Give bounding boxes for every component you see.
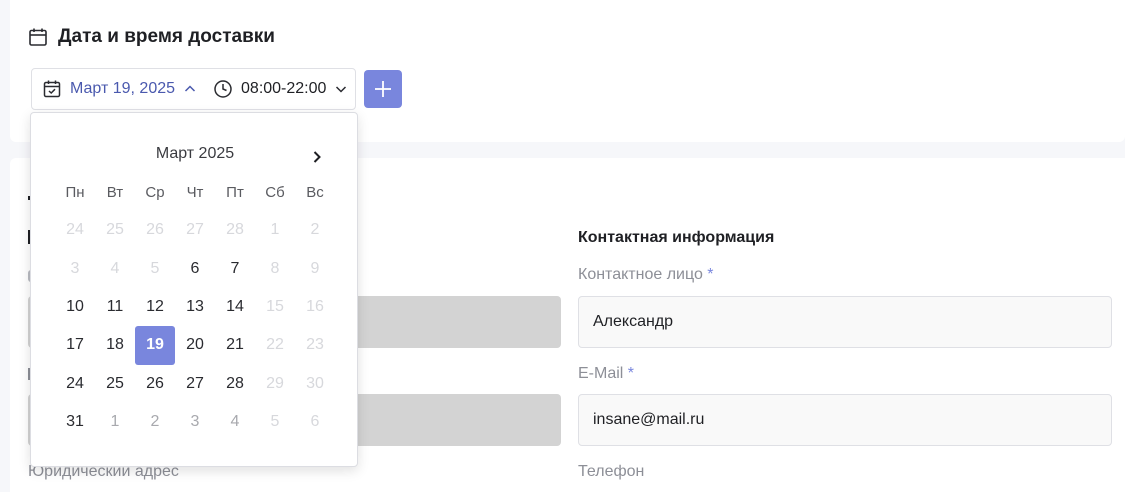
calendar-day: 2 [310, 221, 320, 239]
calendar-grid: Пн Вт Ср Чт Пт Сб Вс 24 25 26 27 28 1 2 3 4 5 6 7 8 9 10 11 12 1… [55, 173, 335, 441]
date-picker-toggle[interactable]: Март 19, 2025 [42, 79, 197, 99]
calendar-day[interactable]: 12 [135, 288, 175, 326]
calendar-day[interactable]: 10 [55, 288, 95, 326]
calendar-day: 16 [306, 297, 324, 315]
calendar-day: 6 [310, 413, 320, 431]
weekday-header: Вс [306, 183, 324, 201]
calendar-day[interactable]: 2 [135, 403, 175, 441]
section-header: Дата и время доставки [28, 26, 275, 48]
calendar-day: 15 [266, 297, 284, 315]
calendar-check-icon [42, 79, 62, 99]
calendar-day[interactable]: 18 [95, 326, 135, 364]
date-picker-popup: Март 2025 Пн Вт Ср Чт Пт Сб Вс 24 25 26 27 28 1 2 3 4 5 6… [30, 112, 358, 467]
calendar-day: 24 [66, 221, 84, 239]
calendar-day[interactable]: 1 [95, 403, 135, 441]
calendar-day: 28 [226, 221, 244, 239]
calendar-day[interactable]: 7 [215, 249, 255, 287]
chevron-up-icon [183, 82, 197, 96]
selected-time: 08:00-22:00 [241, 80, 327, 97]
required-mark: * [707, 266, 714, 283]
contact-person-label: Контактное лицо * [578, 266, 714, 283]
calendar-day[interactable]: 27 [175, 365, 215, 403]
email-label: E-Mail * [578, 365, 635, 382]
calendar-day[interactable]: 25 [95, 365, 135, 403]
calendar-day[interactable]: 14 [215, 288, 255, 326]
calendar-day[interactable]: 11 [95, 288, 135, 326]
contact-person-input[interactable] [578, 296, 1112, 348]
calendar-day: 8 [270, 259, 280, 277]
calendar-day: 22 [266, 336, 284, 354]
weekday-header: Вт [106, 183, 124, 201]
weekday-header: Пт [226, 183, 244, 201]
email-input[interactable] [578, 394, 1112, 446]
calendar-day[interactable]: 31 [55, 403, 95, 441]
calendar-day: 3 [70, 259, 80, 277]
calendar-day[interactable]: 6 [175, 249, 215, 287]
chevron-down-icon [334, 82, 348, 96]
weekday-header: Сб [265, 183, 285, 201]
calendar-day[interactable]: 24 [55, 365, 95, 403]
plus-icon [373, 79, 393, 99]
clock-icon [213, 79, 233, 99]
required-mark: * [627, 365, 635, 382]
calendar-day: 1 [270, 221, 280, 239]
calendar-day[interactable]: 28 [215, 365, 255, 403]
calendar-icon [28, 27, 48, 47]
calendar-day[interactable]: 13 [175, 288, 215, 326]
calendar-day: 5 [150, 259, 160, 277]
calendar-day: 30 [306, 374, 324, 392]
calendar-day[interactable]: 21 [215, 326, 255, 364]
calendar-day: 29 [266, 374, 284, 392]
calendar-day: 27 [186, 221, 204, 239]
weekday-header: Чт [186, 183, 204, 201]
calendar-day: 9 [310, 259, 320, 277]
phone-label: Телефон [578, 463, 645, 480]
calendar-day: 5 [270, 413, 280, 431]
weekday-header: Ср [145, 183, 165, 201]
calendar-day[interactable]: 26 [135, 365, 175, 403]
calendar-day[interactable]: 17 [55, 326, 95, 364]
selected-date: Март 19, 2025 [70, 80, 176, 97]
weekday-header: Пн [65, 183, 85, 201]
contact-info-heading: Контактная информация [578, 229, 775, 246]
calendar-day: 26 [146, 221, 164, 239]
add-button[interactable] [364, 70, 402, 108]
next-month-button[interactable] [307, 147, 327, 167]
calendar-day[interactable]: 20 [175, 326, 215, 364]
chevron-right-icon [310, 150, 324, 164]
calendar-day: 23 [306, 336, 324, 354]
calendar-day[interactable]: 3 [175, 403, 215, 441]
calendar-day: 25 [106, 221, 124, 239]
calendar-day: 4 [110, 259, 120, 277]
date-time-selector: Март 19, 2025 08:00-22:00 [31, 68, 356, 110]
calendar-day-selected[interactable]: 19 [135, 326, 175, 365]
page-title: Дата и время доставки [58, 26, 275, 47]
calendar-day[interactable]: 4 [215, 403, 255, 441]
time-select[interactable]: 08:00-22:00 [213, 79, 348, 99]
